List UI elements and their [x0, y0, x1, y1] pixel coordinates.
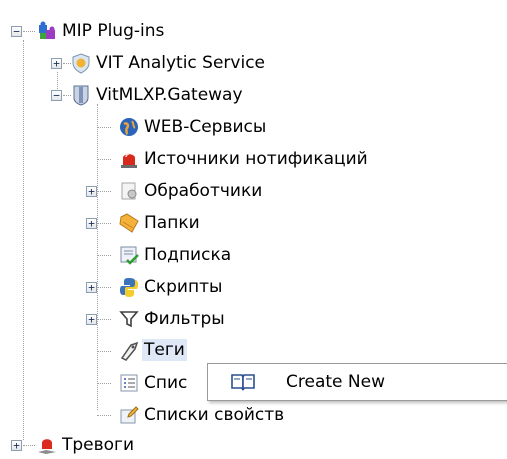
book-icon	[230, 372, 256, 392]
tree-item-lists[interactable]: Спис	[0, 369, 210, 397]
tree-item-label: MIP Plug-ins	[62, 21, 165, 41]
tree-item-label: Теги	[142, 339, 187, 361]
tree-item-label: Списки свойств	[144, 405, 285, 425]
expand-expander[interactable]: +	[86, 218, 97, 229]
tree-item-folders[interactable]: + Папки	[0, 209, 330, 237]
tree-item-vitmlxp-gateway[interactable]: − VitMLXP.Gateway	[0, 81, 330, 109]
expand-expander[interactable]: +	[51, 58, 62, 69]
subscription-icon	[118, 244, 140, 266]
handler-icon	[118, 180, 140, 202]
tree-item-label: Фильтры	[144, 309, 225, 329]
tree-item-web-services[interactable]: WEB-Сервисы	[0, 113, 330, 141]
tree-item-label: Подписка	[144, 245, 232, 265]
puzzle-icon	[36, 20, 58, 42]
collapse-expander[interactable]: −	[51, 90, 62, 101]
expand-expander[interactable]: +	[86, 186, 97, 197]
filter-icon	[118, 308, 140, 330]
context-menu: Create New	[207, 363, 507, 401]
tree-item-property-lists[interactable]: Списки свойств	[0, 401, 330, 429]
tree-item-label: VitMLXP.Gateway	[96, 85, 243, 105]
menu-item-create-new[interactable]: Create New	[208, 364, 507, 400]
collapse-expander[interactable]: −	[11, 26, 22, 37]
tree-item-label: Папки	[144, 213, 200, 233]
expand-expander[interactable]: +	[86, 314, 97, 325]
tree-item-mip-plugins[interactable]: − MIP Plug-ins	[0, 17, 230, 45]
alarm-light-icon	[118, 148, 140, 170]
tree-item-label: Скрипты	[144, 277, 223, 297]
tree-item-subscription[interactable]: Подписка	[0, 241, 330, 269]
python-icon	[118, 276, 140, 298]
gateway-icon	[70, 84, 92, 106]
property-list-icon	[118, 404, 140, 426]
tree-item-label: WEB-Сервисы	[144, 117, 267, 137]
tag-icon	[118, 340, 140, 362]
tree-item-notification-sources[interactable]: Источники нотификаций	[0, 145, 420, 173]
globe-icon	[118, 116, 140, 138]
tree-item-handlers[interactable]: + Обработчики	[0, 177, 330, 205]
tree-item-tags[interactable]: Теги	[0, 337, 330, 365]
tree-item-vit-analytic-service[interactable]: + VIT Analytic Service	[0, 49, 330, 77]
list-icon	[118, 372, 140, 394]
tree-item-alarms[interactable]: + Тревоги	[0, 431, 330, 459]
menu-item-label: Create New	[286, 372, 385, 392]
tree-item-label: Обработчики	[144, 181, 263, 201]
tree-item-label: VIT Analytic Service	[96, 53, 266, 73]
tree-item-label: Тревоги	[62, 435, 135, 455]
tree-item-label: Источники нотификаций	[144, 149, 368, 169]
tree-item-filters[interactable]: + Фильтры	[0, 305, 330, 333]
folder-icon	[118, 212, 140, 234]
tree-item-scripts[interactable]: + Скрипты	[0, 273, 330, 301]
expand-expander[interactable]: +	[86, 282, 97, 293]
shield-icon	[70, 52, 92, 74]
expand-expander[interactable]: +	[11, 440, 22, 451]
alarm-icon	[36, 434, 58, 456]
tree-item-label: Спис	[144, 373, 188, 393]
